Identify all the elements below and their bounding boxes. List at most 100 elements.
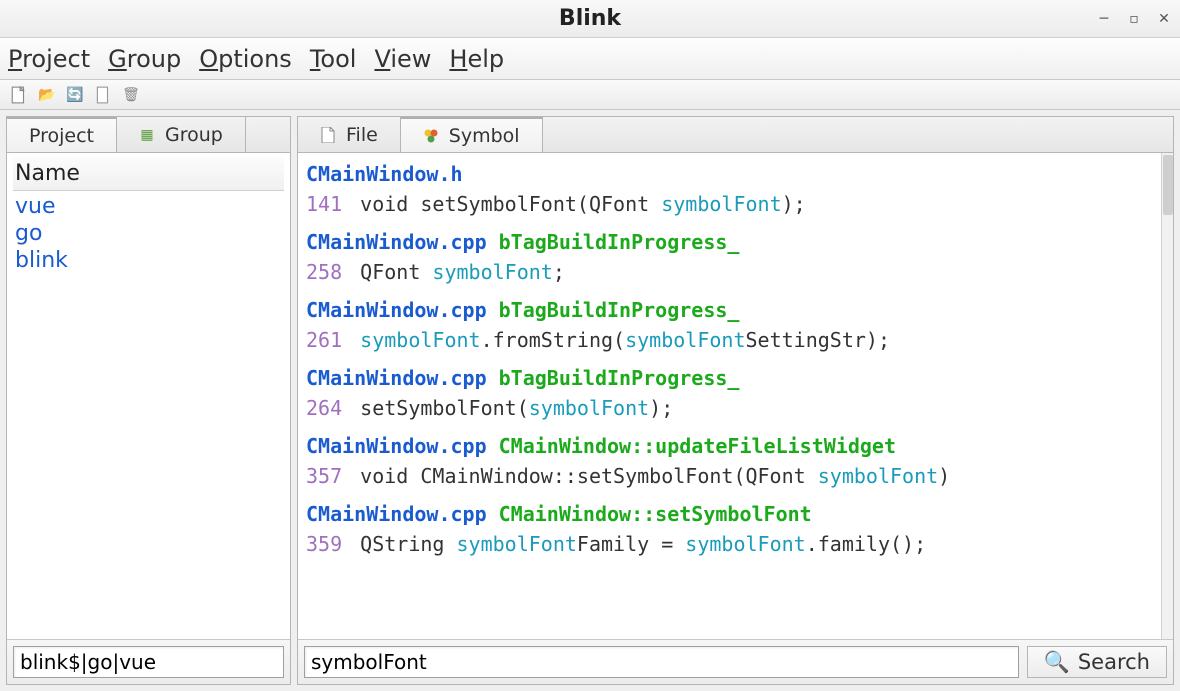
close-icon[interactable]: ✕ xyxy=(1156,11,1172,27)
menu-help[interactable]: Help xyxy=(449,45,504,73)
result-context: bTagBuildInProgress_ xyxy=(499,230,740,254)
file-icon[interactable] xyxy=(94,86,112,104)
result-file: CMainWindow.cpp xyxy=(306,230,487,254)
match-token: symbolFont xyxy=(432,260,552,284)
result-block[interactable]: CMainWindow.cpp bTagBuildInProgress_ 258 Q… xyxy=(306,227,1165,287)
project-item[interactable]: blink xyxy=(15,247,282,274)
result-file: CMainWindow.h xyxy=(306,162,463,186)
result-context: bTagBuildInProgress_ xyxy=(499,366,740,390)
trash-icon[interactable]: 🗑 xyxy=(122,86,140,104)
left-panel: Project ▦ Group Name vuegoblink xyxy=(6,116,291,685)
result-line: 261 symbolFont.fromString(symbolFontSett… xyxy=(306,325,1165,355)
tab-group-label: Group xyxy=(165,124,223,146)
right-tabs: File Symbol xyxy=(298,117,1173,153)
result-line: 357 void CMainWindow::setSymbolFont(QFon… xyxy=(306,461,1165,491)
result-lineno: 264 xyxy=(306,396,342,420)
match-token: symbolFont xyxy=(529,396,649,420)
result-file: CMainWindow.cpp xyxy=(306,298,487,322)
code-token: setSymbolFont( xyxy=(348,396,529,420)
result-lineno: 258 xyxy=(306,260,342,284)
tab-symbol-label: Symbol xyxy=(449,125,520,147)
scrollbar-thumb[interactable] xyxy=(1163,155,1173,215)
result-header: CMainWindow.cpp bTagBuildInProgress_ xyxy=(306,227,1165,257)
left-tabs: Project ▦ Group xyxy=(7,117,290,153)
left-panel-content: Name vuegoblink xyxy=(7,153,290,639)
code-token: QFont xyxy=(348,260,432,284)
result-lineno: 141 xyxy=(306,192,342,216)
code-token: .fromString( xyxy=(481,328,626,352)
body-area: Project ▦ Group Name vuegoblink File xyxy=(0,110,1180,691)
code-token: void CMainWindow::setSymbolFont(QFont xyxy=(348,464,818,488)
titlebar: Blink ─ ▫ ✕ xyxy=(0,0,1180,38)
code-token: Family = xyxy=(577,532,685,556)
refresh-icon[interactable]: 🔄 xyxy=(66,86,84,104)
result-file: CMainWindow.cpp xyxy=(306,502,487,526)
match-token: symbolFont xyxy=(360,328,480,352)
code-token: ); xyxy=(649,396,673,420)
new-file-icon[interactable] xyxy=(10,86,28,104)
menu-tool[interactable]: Tool xyxy=(310,45,357,73)
menu-view[interactable]: View xyxy=(374,45,431,73)
search-input[interactable] xyxy=(304,646,1019,678)
result-block[interactable]: CMainWindow.cpp CMainWindow::updateFileLi… xyxy=(306,431,1165,491)
code-token xyxy=(348,328,360,352)
match-token: symbolFont xyxy=(457,532,577,556)
minimize-icon[interactable]: ─ xyxy=(1096,11,1112,27)
project-list: vuegoblink xyxy=(13,191,284,276)
name-column-header: Name xyxy=(13,157,284,191)
code-token: .family(); xyxy=(806,532,926,556)
search-icon: 🔍 xyxy=(1044,650,1070,675)
symbol-icon xyxy=(423,128,439,144)
filter-input[interactable] xyxy=(13,646,284,678)
result-file: CMainWindow.cpp xyxy=(306,366,487,390)
window-title: Blink xyxy=(559,6,621,31)
result-block[interactable]: CMainWindow.cpp bTagBuildInProgress_ 261 s… xyxy=(306,295,1165,355)
menu-project[interactable]: Project xyxy=(8,45,90,73)
project-item[interactable]: vue xyxy=(15,193,282,220)
tab-file[interactable]: File xyxy=(298,117,401,152)
result-header: CMainWindow.cpp CMainWindow::setSymbolFon… xyxy=(306,499,1165,529)
result-line: 141 void setSymbolFont(QFont symbolFont)… xyxy=(306,189,1165,219)
right-footer: 🔍 Search xyxy=(298,639,1173,684)
match-token: symbolFont xyxy=(661,192,781,216)
result-header: CMainWindow.cpp bTagBuildInProgress_ xyxy=(306,295,1165,325)
search-button-label: Search xyxy=(1078,650,1150,674)
code-token: ); xyxy=(782,192,806,216)
code-token: SettingStr); xyxy=(746,328,891,352)
toolbar: 📂 🔄 🗑 xyxy=(0,80,1180,110)
tab-symbol[interactable]: Symbol xyxy=(401,117,543,152)
result-context: CMainWindow::updateFileListWidget xyxy=(499,434,896,458)
menubar: Project Group Options Tool View Help xyxy=(0,38,1180,80)
menu-group[interactable]: Group xyxy=(108,45,181,73)
search-button[interactable]: 🔍 Search xyxy=(1027,646,1167,678)
result-context: CMainWindow::setSymbolFont xyxy=(499,502,812,526)
project-item[interactable]: go xyxy=(15,220,282,247)
code-token: ; xyxy=(553,260,565,284)
result-lineno: 357 xyxy=(306,464,342,488)
grid-icon: ▦ xyxy=(139,127,155,143)
result-file: CMainWindow.cpp xyxy=(306,434,487,458)
result-line: 264 setSymbolFont(symbolFont); xyxy=(306,393,1165,423)
result-block[interactable]: CMainWindow.h 141 void setSymbolFont(QFon… xyxy=(306,159,1165,219)
result-line: 258 QFont symbolFont; xyxy=(306,257,1165,287)
result-context: bTagBuildInProgress_ xyxy=(499,298,740,322)
result-header: CMainWindow.h xyxy=(306,159,1165,189)
code-token: QString xyxy=(348,532,456,556)
menu-options[interactable]: Options xyxy=(199,45,292,73)
result-block[interactable]: CMainWindow.cpp bTagBuildInProgress_ 264 s… xyxy=(306,363,1165,423)
tab-file-label: File xyxy=(346,124,378,146)
result-block[interactable]: CMainWindow.cpp CMainWindow::setSymbolFon… xyxy=(306,499,1165,559)
code-token: void setSymbolFont(QFont xyxy=(348,192,661,216)
tab-group[interactable]: ▦ Group xyxy=(117,117,246,152)
maximize-icon[interactable]: ▫ xyxy=(1126,11,1142,27)
match-token: symbolFont xyxy=(685,532,805,556)
vertical-scrollbar[interactable] xyxy=(1161,153,1173,639)
result-lineno: 359 xyxy=(306,532,342,556)
right-panel: File Symbol CMainWindow.h 141 void setSym… xyxy=(297,116,1174,685)
result-lineno: 261 xyxy=(306,328,342,352)
result-header: CMainWindow.cpp bTagBuildInProgress_ xyxy=(306,363,1165,393)
tab-project[interactable]: Project xyxy=(7,117,117,152)
code-token: ) xyxy=(938,464,950,488)
open-icon[interactable]: 📂 xyxy=(38,86,56,104)
left-footer xyxy=(7,639,290,684)
